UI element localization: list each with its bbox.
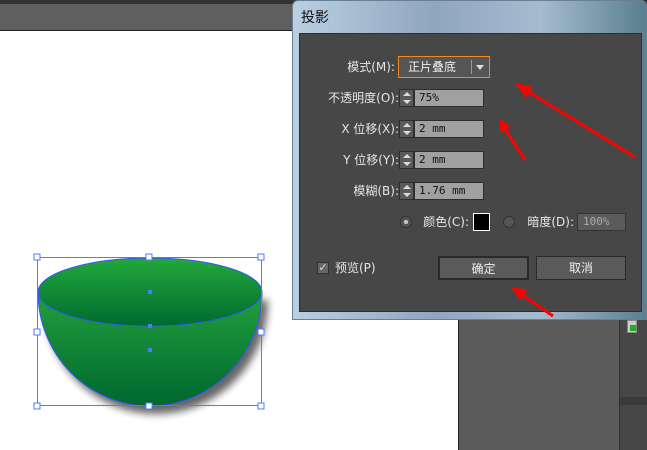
x-offset-label: X 位移(X): <box>341 122 399 136</box>
y-offset-label: Y 位移(Y): <box>343 153 399 167</box>
mode-label: 模式(M): <box>347 60 395 74</box>
ok-button[interactable]: 确定 <box>438 256 529 280</box>
cancel-button[interactable]: 取消 <box>536 256 626 280</box>
color-label: 颜色(C): <box>423 215 469 229</box>
darkness-input[interactable]: 100% <box>577 213 626 231</box>
x-offset-input[interactable]: 2 mm <box>414 120 484 138</box>
blur-label: 模糊(B): <box>353 184 399 198</box>
x-offset-stepper[interactable] <box>399 120 414 138</box>
blur-stepper[interactable] <box>399 182 414 200</box>
preview-label: 预览(P) <box>335 261 376 275</box>
mode-value: 正片叠底 <box>408 60 457 74</box>
y-offset-stepper[interactable] <box>399 151 414 169</box>
opacity-input[interactable]: 75% <box>414 89 484 107</box>
dialog-title: 投影 <box>301 10 329 26</box>
preview-checkbox[interactable]: ✓ <box>317 262 329 274</box>
darkness-label: 暗度(D): <box>527 215 574 229</box>
y-offset-input[interactable]: 2 mm <box>414 151 484 169</box>
blur-input[interactable]: 1.76 mm <box>414 182 484 200</box>
chevron-down-icon <box>476 65 484 70</box>
mode-dropdown[interactable]: 正片叠底 <box>398 56 490 78</box>
opacity-stepper[interactable] <box>399 89 414 107</box>
opacity-label: 不透明度(O): <box>328 91 399 105</box>
